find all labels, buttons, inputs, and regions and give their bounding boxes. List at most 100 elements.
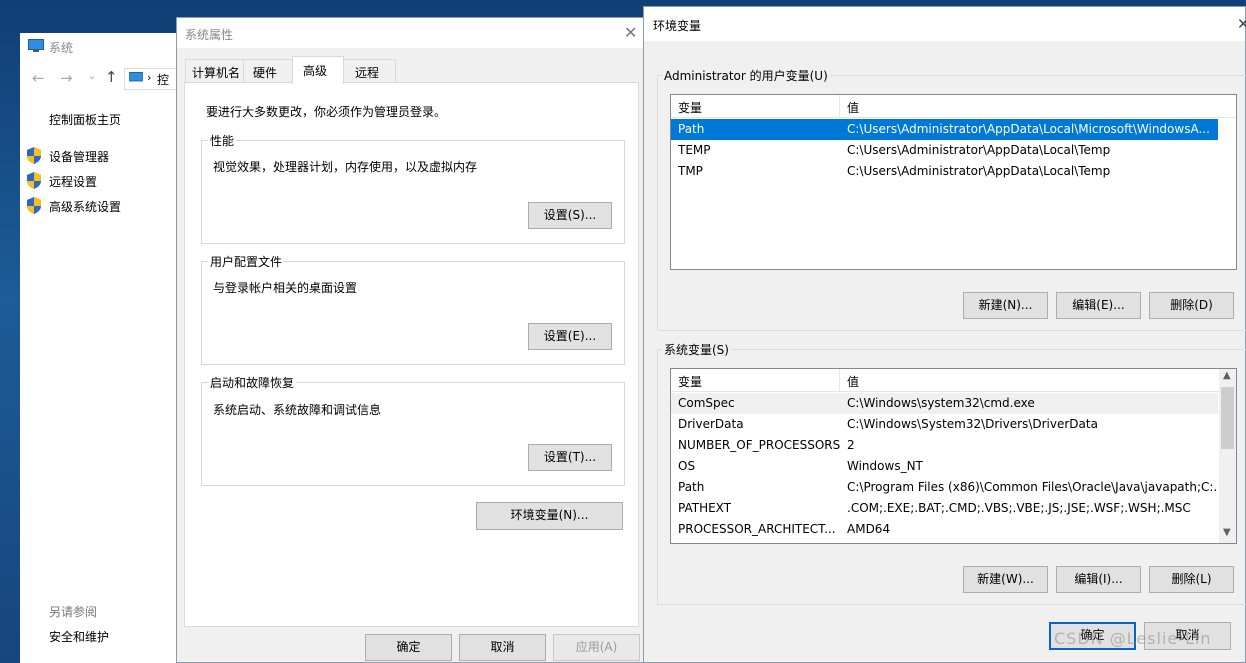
scroll-down-icon[interactable]: ▼ [1223, 527, 1231, 538]
address-computer-icon [129, 72, 143, 82]
computer-icon [28, 39, 44, 52]
nav-item-advanced-system-settings[interactable]: 高级系统设置 [26, 196, 176, 216]
system-variables-group-title: 系统变量(S) [662, 341, 731, 358]
startup-recovery-desc: 系统启动、系统故障和调试信息 [213, 403, 382, 417]
performance-settings-button[interactable]: 设置(S)... [528, 202, 612, 229]
var-value: .COM;.EXE;.BAT;.CMD;.VBS;.VBE;.JS;.JSE;.… [847, 501, 1191, 515]
system-properties-dialog: 系统属性 ✕ 计算机名 硬件 高级 远程 要进行大多数更改，你必须作为管理员登录… [176, 17, 646, 663]
var-value: Windows_NT [847, 459, 923, 473]
table-row[interactable]: DriverData C:\Windows\System32\Drivers\D… [671, 414, 1218, 435]
env-dialog-title: 环境变量 [653, 19, 702, 33]
var-name: Path [678, 122, 705, 136]
tab-strip: 计算机名 硬件 高级 远程 [185, 56, 635, 84]
user-profiles-desc: 与登录帐户相关的桌面设置 [213, 281, 358, 295]
table-row[interactable]: NUMBER_OF_PROCESSORS 2 [671, 435, 1218, 456]
table-row[interactable]: PROCESSOR_ARCHITECT... AMD64 [671, 519, 1218, 540]
user-edit-button[interactable]: 编辑(E)... [1056, 292, 1141, 319]
system-delete-button[interactable]: 删除(L) [1149, 566, 1234, 593]
recent-dropdown-icon[interactable]: ⌄ [88, 71, 96, 82]
system-new-button[interactable]: 新建(W)... [963, 566, 1048, 593]
var-value: C:\Users\Administrator\AppData\Local\Tem… [847, 143, 1111, 157]
tab-label: 高级 [303, 64, 328, 78]
uac-shield-icon [27, 197, 41, 214]
up-arrow-icon[interactable]: ↑ [105, 68, 118, 86]
startup-recovery-settings-button[interactable]: 设置(T)... [528, 444, 612, 471]
uac-shield-icon [27, 172, 41, 189]
nav-item-label: 设备管理器 [49, 150, 110, 164]
var-value: C:\Windows\System32\Drivers\DriverData [847, 417, 1098, 431]
table-row[interactable]: ComSpec C:\Windows\system32\cmd.exe [671, 393, 1218, 414]
var-name: ComSpec [678, 396, 735, 410]
forward-arrow-icon[interactable]: → [60, 69, 73, 87]
csdn-watermark: CSDN @Leslie-Lin [1054, 629, 1212, 648]
dialog-title-bar: 系统属性 ✕ [177, 18, 645, 48]
var-value: AMD64 [847, 522, 891, 536]
var-value: C:\Users\Administrator\AppData\Local\Mic… [847, 122, 1210, 136]
vertical-scrollbar[interactable]: ▲ ▼ [1219, 369, 1236, 543]
column-header-value[interactable]: 值 [847, 373, 859, 390]
nav-item-device-manager[interactable]: 设备管理器 [26, 146, 176, 166]
scroll-up-icon[interactable]: ▲ [1223, 370, 1231, 381]
user-profiles-settings-button[interactable]: 设置(E)... [528, 323, 612, 350]
nav-item-label: 远程设置 [49, 175, 98, 189]
var-name: TEMP [678, 143, 711, 157]
table-row[interactable]: TEMP C:\Users\Administrator\AppData\Loca… [671, 140, 1218, 161]
system-title-bar: 系统 [20, 33, 180, 61]
performance-desc: 视觉效果，处理器计划，内存使用，以及虚拟内存 [213, 160, 478, 174]
tab-label: 硬件 [253, 66, 278, 80]
tab-advanced[interactable]: 高级 [292, 56, 344, 84]
var-value: C:\Users\Administrator\AppData\Local\Tem… [847, 164, 1111, 178]
scrollbar-thumb[interactable] [1221, 387, 1234, 449]
tab-content-advanced: 要进行大多数更改，你必须作为管理员登录。 性能 视觉效果，处理器计划，内存使用，… [184, 82, 639, 627]
tab-computer-name[interactable]: 计算机名 [185, 59, 245, 82]
var-name: TMP [678, 164, 703, 178]
security-maintenance-link[interactable]: 安全和维护 [49, 628, 109, 645]
table-row[interactable]: Path C:\Users\Administrator\AppData\Loca… [671, 119, 1218, 140]
table-row[interactable]: OS Windows_NT [671, 456, 1218, 477]
apply-button[interactable]: 应用(A) [553, 634, 640, 661]
column-header-value[interactable]: 值 [847, 99, 859, 116]
list-header: 变量 值 [671, 369, 1236, 392]
system-window: 系统 ← → ⌄ ↑ › 控 控制面板主页 设备管理器 远程设置 高级系统设置 … [20, 33, 186, 663]
var-name: DriverData [678, 417, 744, 431]
tab-label: 计算机名 [192, 66, 241, 80]
environment-variables-button[interactable]: 环境变量(N)... [476, 502, 623, 530]
nav-item-remote-settings[interactable]: 远程设置 [26, 171, 176, 191]
system-edit-button[interactable]: 编辑(I)... [1056, 566, 1141, 593]
admin-note: 要进行大多数更改，你必须作为管理员登录。 [206, 105, 447, 119]
cancel-button[interactable]: 取消 [459, 634, 546, 661]
var-value: 2 [847, 438, 855, 452]
address-text: 控 [157, 73, 170, 87]
column-header-variable[interactable]: 变量 [678, 99, 702, 116]
user-delete-button[interactable]: 删除(D) [1149, 292, 1234, 319]
user-variables-list[interactable]: 变量 值 Path C:\Users\Administrator\AppData… [670, 94, 1237, 270]
var-value: C:\Program Files (x86)\Common Files\Orac… [847, 480, 1217, 494]
close-icon[interactable]: ✕ [1237, 15, 1246, 33]
performance-group-title: 性能 [208, 132, 237, 149]
table-row[interactable]: Path C:\Program Files (x86)\Common Files… [671, 477, 1218, 498]
performance-group: 性能 视觉效果，处理器计划，内存使用，以及虚拟内存 设置(S)... [201, 132, 625, 244]
tab-hardware[interactable]: 硬件 [243, 59, 293, 82]
tab-label: 远程 [355, 66, 380, 80]
table-row[interactable]: TMP C:\Users\Administrator\AppData\Local… [671, 161, 1218, 182]
ok-button[interactable]: 确定 [365, 634, 452, 661]
environment-variables-dialog: 环境变量 ✕ Administrator 的用户变量(U) 变量 值 Path … [643, 6, 1246, 663]
uac-shield-icon [27, 147, 41, 164]
back-arrow-icon[interactable]: ← [32, 69, 45, 87]
system-variables-group: 系统变量(S) 变量 值 ComSpec C:\Windows\system32… [657, 341, 1246, 605]
navigation-bar: ← → ⌄ ↑ › 控 [20, 66, 186, 92]
tab-remote[interactable]: 远程 [342, 59, 396, 82]
user-new-button[interactable]: 新建(N)... [963, 292, 1048, 319]
see-also-heading: 另请参阅 [49, 605, 98, 619]
dialog-title: 系统属性 [185, 28, 234, 42]
list-header: 变量 值 [671, 95, 1236, 118]
startup-recovery-group-title: 启动和故障恢复 [208, 374, 297, 391]
column-header-variable[interactable]: 变量 [678, 373, 702, 390]
var-value: C:\Windows\system32\cmd.exe [847, 396, 1035, 410]
control-panel-home-link[interactable]: 控制面板主页 [49, 111, 121, 128]
close-icon[interactable]: ✕ [624, 23, 637, 42]
user-variables-group: Administrator 的用户变量(U) 变量 值 Path C:\User… [657, 67, 1246, 331]
table-row[interactable]: PATHEXT .COM;.EXE;.BAT;.CMD;.VBS;.VBE;.J… [671, 498, 1218, 519]
nav-item-label: 高级系统设置 [49, 200, 122, 214]
system-variables-list[interactable]: 变量 值 ComSpec C:\Windows\system32\cmd.exe… [670, 368, 1237, 544]
